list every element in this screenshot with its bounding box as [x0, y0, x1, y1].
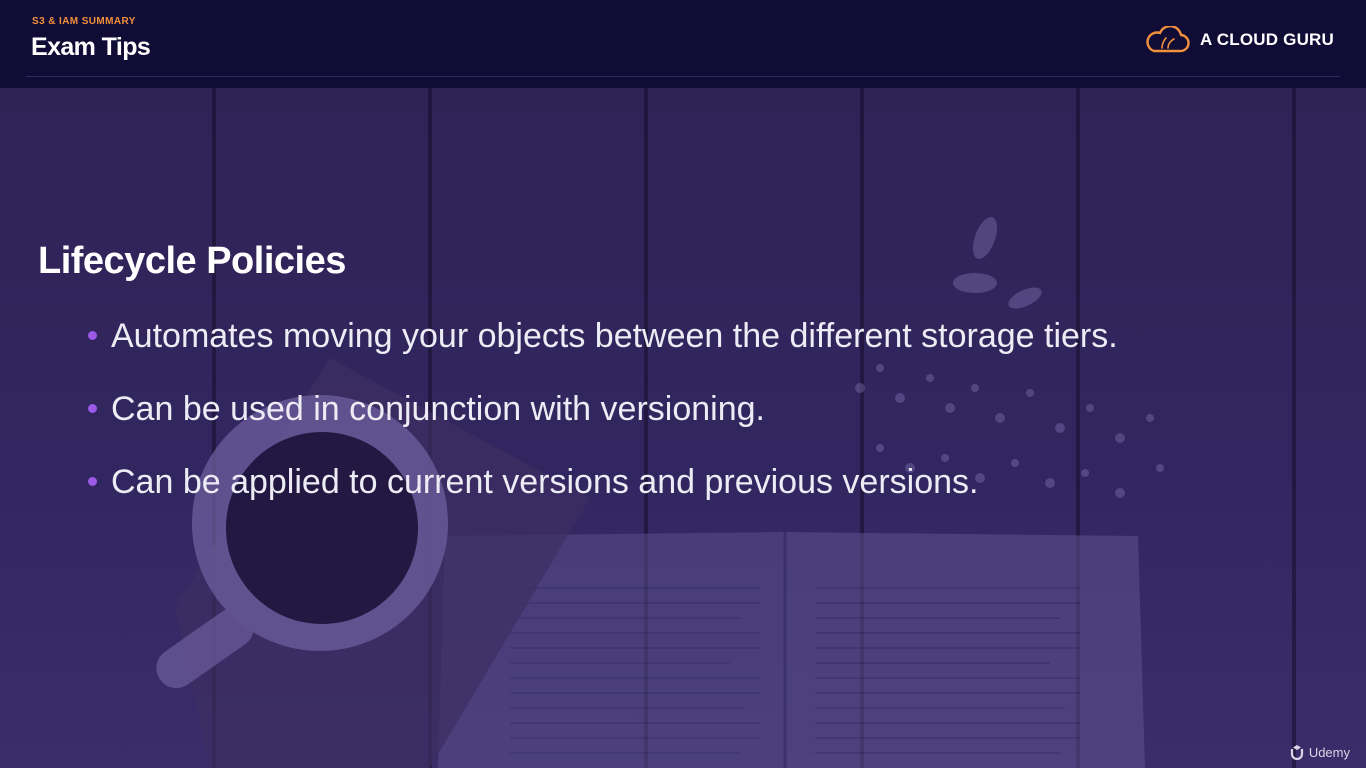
brand-logo: A CLOUD GURU	[1144, 26, 1334, 54]
bullet-text: Can be applied to current versions and p…	[111, 463, 979, 501]
section-eyebrow: S3 & IAM SUMMARY	[32, 16, 136, 27]
bullet-dot-icon	[88, 477, 97, 486]
udemy-watermark: Udemy	[1289, 744, 1350, 760]
bullet-dot-icon	[88, 404, 97, 413]
bullet-list: Automates moving your objects between th…	[88, 310, 1118, 529]
brand-name: A CLOUD GURU	[1200, 30, 1334, 49]
udemy-logo-icon	[1290, 745, 1303, 760]
bullet-item: Automates moving your objects between th…	[88, 310, 1118, 383]
udemy-label: Udemy	[1308, 744, 1350, 760]
bullet-dot-icon	[88, 331, 97, 340]
bullet-item: Can be applied to current versions and p…	[88, 456, 1118, 529]
section-heading: Lifecycle Policies	[38, 240, 346, 282]
header-divider	[26, 76, 1340, 77]
bullet-item: Can be used in conjunction with versioni…	[88, 383, 1118, 456]
bullet-text: Automates moving your objects between th…	[111, 317, 1118, 355]
slide: S3 & IAM SUMMARY Exam Tips A CLOUD GURU …	[0, 0, 1366, 768]
slide-title: Exam Tips	[31, 33, 151, 61]
slide-header: S3 & IAM SUMMARY Exam Tips A CLOUD GURU	[0, 0, 1366, 88]
cloud-logo-icon	[1146, 26, 1190, 53]
bullet-text: Can be used in conjunction with versioni…	[111, 390, 765, 428]
